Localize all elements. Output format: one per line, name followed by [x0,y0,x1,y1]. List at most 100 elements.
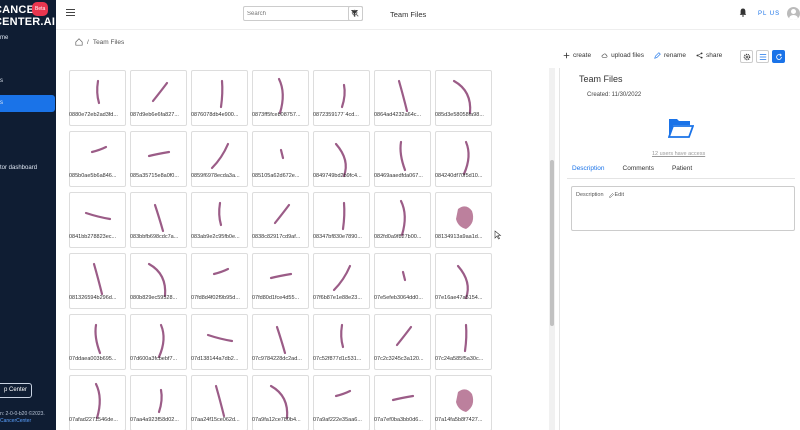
file-name: 085d3e58058fa98... [435,112,484,118]
breadcrumb-current: Team Files [92,38,125,46]
tissue-image [334,142,347,178]
sidebar-item-2[interactable]: s [0,78,3,84]
footer-link[interactable]: CancerCenter [0,418,45,425]
rename-button[interactable]: rename [654,52,686,59]
search-input[interactable] [244,7,336,20]
home-icon[interactable] [75,38,83,46]
tissue-image [401,270,407,282]
tissue-image [399,199,406,237]
users-access-link[interactable]: 12 users have access [652,151,705,157]
language-switcher[interactable]: PL US [758,11,780,17]
file-name: 085b0ae5b6a846... [69,173,117,179]
menu-icon[interactable] [66,9,75,18]
tissue-image [153,203,165,233]
search-box [243,6,363,21]
tissue-image [157,323,165,359]
share-icon [696,52,703,59]
file-name: 080b829ec59528... [130,295,178,301]
help-center-button[interactable]: p Center [0,383,32,398]
refresh-button[interactable] [772,50,785,63]
tissue-image [332,264,352,292]
search-button[interactable] [348,6,363,21]
tissue-image [212,267,230,276]
file-name: 07d600a3fcbebf7... [130,356,178,362]
panel-divider [559,68,560,430]
file-name: 07a7ef0ba3bb0d6... [374,417,423,423]
settings-button[interactable] [740,50,753,63]
tissue-image [275,325,287,355]
create-button[interactable]: create [563,52,591,59]
sidebar-footer: n: 2-0-0-b20 ©2023. CancerCenter [0,411,45,425]
file-name: 07a9af222e35aa6... [313,417,362,423]
breadcrumb: / Team Files [75,38,124,46]
tissue-image [151,81,169,103]
folder-open-icon [668,119,694,138]
file-name: 07e5efeb3064dd0... [374,295,423,301]
tissue-image [147,262,167,298]
file-name: 07a9fa12ce780b4... [252,417,301,423]
file-name: 07fd8d4f02f9b95d... [191,295,240,301]
bell-icon[interactable] [739,8,747,17]
version-text: n: 2-0-0-b20 ©2023. [0,411,45,417]
sidebar-item-team-files[interactable]: s [0,95,55,112]
sidebar-item-tutor-dashboard[interactable]: tor dashboard [0,165,37,171]
tissue-image [90,145,108,154]
tissue-image [219,79,224,109]
file-name: 07aa4a923f58d02... [130,417,179,423]
pencil-icon [654,52,661,59]
file-name: 07d138144a7db2... [191,356,239,362]
toolbar: create upload files rename share [563,52,722,59]
scrollbar-thumb[interactable] [550,160,554,326]
tissue-image [273,203,291,225]
file-name: 07afad2271546de... [69,417,118,423]
file-name: 08347bf830e7890... [313,234,362,240]
gear-icon [743,53,750,60]
tissue-image [269,272,293,280]
tab-comments[interactable]: Comments [623,165,654,179]
tissue-image [456,264,469,300]
sidebar: CANCER CENTER.AI Beta me s s tor dashboa… [0,0,56,430]
file-name: 07c52f877d1c531... [313,356,362,362]
tissue-image [279,148,285,160]
tissue-image [147,150,171,158]
pencil-icon [608,192,614,198]
description-label: Description [576,192,604,198]
file-name: 0841bb278823ec... [69,234,117,240]
tissue-image [340,323,345,349]
file-name: 083bbfb698cdc7a... [130,234,179,240]
view-controls [740,50,785,63]
edit-description-button[interactable]: Edit [608,192,624,198]
file-name: 0873ff5fceb08757... [252,112,301,118]
list-view-button[interactable] [756,50,769,63]
tissue-image [206,333,234,343]
page-title: Team Files [390,10,427,19]
tab-patient[interactable]: Patient [672,165,692,179]
plus-icon [563,52,570,59]
file-name: 07ddaea003b695... [69,356,117,362]
tissue-image [210,142,230,170]
upload-files-button[interactable]: upload files [601,52,644,59]
file-name: 07c2c3245c3a120... [374,356,424,362]
sidebar-item-home[interactable]: me [0,35,8,41]
panel-tabs: Description Comments Patient [572,165,692,179]
created-date: Created: 11/30/2022 [587,92,642,98]
tissue-image [397,79,409,113]
search-icon [351,9,359,17]
logo[interactable]: CANCER CENTER.AI Beta [0,2,55,28]
tissue-image [277,77,284,115]
avatar-icon[interactable] [787,7,800,20]
list-icon [759,53,766,60]
tab-description[interactable]: Description [572,165,605,179]
file-name: 081326594b296d... [69,295,117,301]
file-name: 07c24a585f5a30c... [435,356,484,362]
share-button[interactable]: share [696,52,722,59]
file-name: 08469aaedfda067... [374,173,423,179]
file-name: 0880e72eb2ad3fd... [69,112,118,118]
file-name: 0838c82917cd9af... [252,234,301,240]
tabs-divider [567,178,795,179]
tissue-image [92,262,104,296]
file-name: 084240df70f5d10... [435,173,483,179]
file-name: 083ab9e2c95fb0e... [191,234,240,240]
tissue-image [452,79,472,115]
tissue-image [94,323,102,355]
